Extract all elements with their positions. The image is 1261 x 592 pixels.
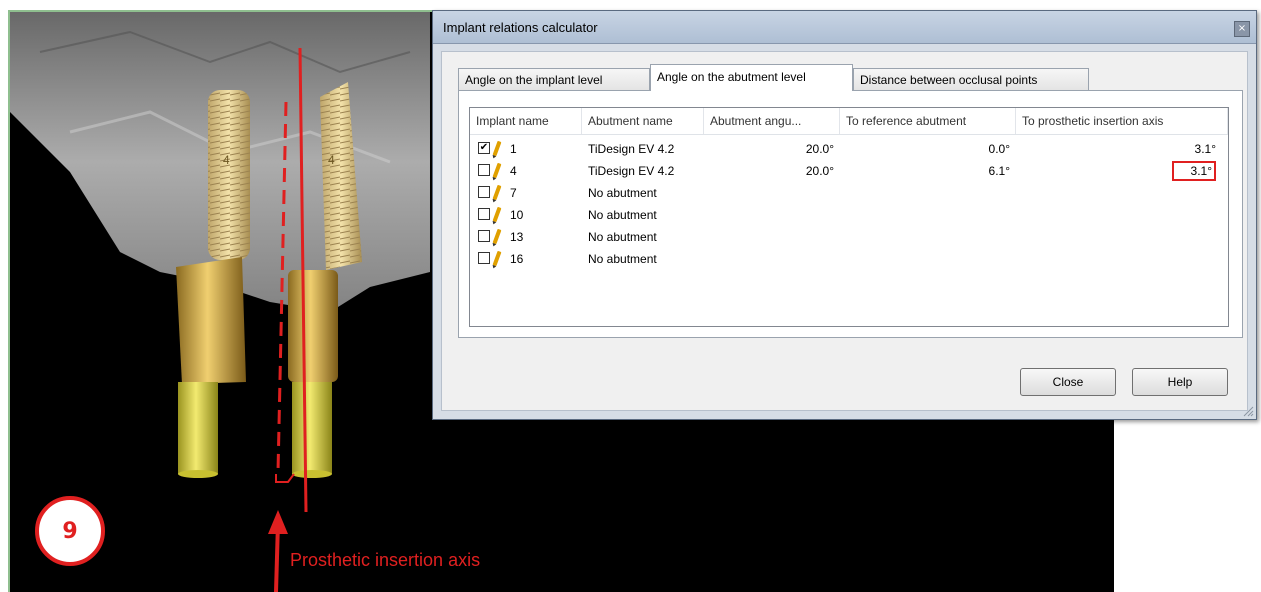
column-implant-name[interactable]: Implant name [470, 108, 582, 134]
pencil-icon [492, 140, 502, 157]
tab-implant-level[interactable]: Angle on the implant level [458, 68, 650, 90]
implant-name: 1 [510, 142, 517, 156]
abutment-name: No abutment [588, 230, 657, 244]
dialog-titlebar[interactable]: Implant relations calculator × [433, 11, 1256, 44]
highlight-box [1172, 161, 1216, 181]
abutment-name: No abutment [588, 208, 657, 222]
table-row[interactable]: 13 No abutment [470, 226, 1228, 248]
dialog-title: Implant relations calculator [443, 20, 598, 35]
table-row[interactable]: ✔ 1 TiDesign EV 4.2 20.0° 0.0° 3.1° [470, 138, 1228, 160]
implant-name: 13 [510, 230, 524, 244]
row-checkbox[interactable]: ✔ [478, 142, 490, 154]
axis-arrow-head [268, 510, 288, 534]
to-reference: 0.0° [988, 142, 1010, 156]
row-checkbox[interactable] [478, 230, 490, 242]
column-to-reference[interactable]: To reference abutment [840, 108, 1016, 134]
close-button[interactable]: Close [1020, 368, 1116, 396]
implant-name: 16 [510, 252, 524, 266]
table-row[interactable]: 4 TiDesign EV 4.2 20.0° 6.1° 3.1° [470, 160, 1228, 182]
tab-occlusal-distance[interactable]: Distance between occlusal points [853, 68, 1089, 90]
tab-panel: Implant name Abutment name Abutment angu… [458, 90, 1243, 338]
abutment-name: TiDesign EV 4.2 [588, 142, 675, 156]
resize-grip-icon[interactable] [1242, 405, 1254, 417]
to-axis: 3.1° [1194, 142, 1216, 156]
table-row[interactable]: 7 No abutment [470, 182, 1228, 204]
table-row[interactable]: 10 No abutment [470, 204, 1228, 226]
abutment-name: TiDesign EV 4.2 [588, 164, 675, 178]
table-row[interactable]: 16 No abutment [470, 248, 1228, 270]
list-header: Implant name Abutment name Abutment angu… [470, 108, 1228, 135]
implant-name: 10 [510, 208, 524, 222]
pencil-icon [492, 250, 502, 267]
help-button[interactable]: Help [1132, 368, 1228, 396]
column-abutment-angle[interactable]: Abutment angu... [704, 108, 840, 134]
column-abutment-name[interactable]: Abutment name [582, 108, 704, 134]
abutment-angle: 20.0° [805, 142, 834, 156]
angle-marker [275, 473, 295, 483]
abutment-angle: 20.0° [805, 164, 834, 178]
row-checkbox[interactable] [478, 252, 490, 264]
implant-right-label: 4 [328, 153, 335, 167]
step-number-badge: 9 [35, 496, 105, 566]
abutment-name: No abutment [588, 186, 657, 200]
implant-name: 4 [510, 164, 517, 178]
abutment-name: No abutment [588, 252, 657, 266]
tab-abutment-level[interactable]: Angle on the abutment level [650, 64, 853, 91]
row-checkbox[interactable] [478, 164, 490, 176]
implant-list[interactable]: Implant name Abutment name Abutment angu… [469, 107, 1229, 327]
close-icon[interactable]: × [1234, 21, 1250, 37]
column-to-axis[interactable]: To prosthetic insertion axis [1016, 108, 1228, 134]
dialog-client: Angle on the implant level Angle on the … [441, 51, 1248, 411]
pencil-icon [492, 228, 502, 245]
implant-relations-dialog: Implant relations calculator × Angle on … [432, 10, 1257, 420]
pencil-icon [492, 206, 502, 223]
to-reference: 6.1° [988, 164, 1010, 178]
implant-name: 7 [510, 186, 517, 200]
pencil-icon [492, 184, 502, 201]
pencil-icon [492, 162, 502, 179]
implant-left-label: 4 [223, 153, 230, 167]
axis-caption: Prosthetic insertion axis [290, 550, 481, 570]
row-checkbox[interactable] [478, 208, 490, 220]
row-checkbox[interactable] [478, 186, 490, 198]
